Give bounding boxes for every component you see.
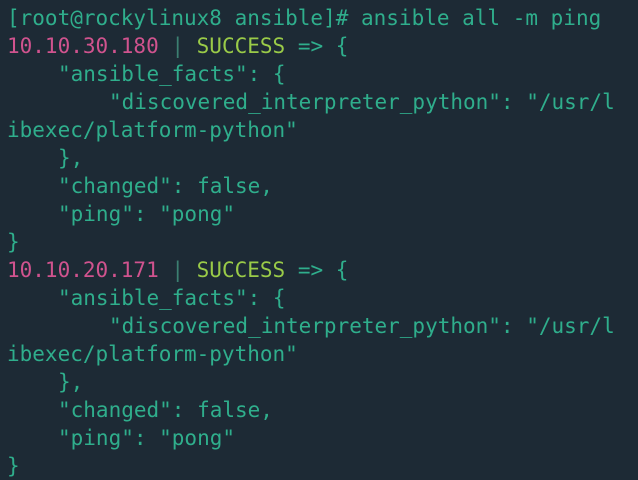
separator: | (158, 258, 197, 282)
interpreter-line: "discovered_interpreter_python": "/usr/l (109, 314, 615, 338)
changed-line: "changed": false, (58, 174, 273, 198)
arrow-brace: => { (285, 34, 349, 58)
host-address: 10.10.20.171 (7, 258, 159, 282)
interpreter-wrap: ibexec/platform-python" (7, 118, 298, 142)
result-header: 10.10.30.180 | SUCCESS => { (7, 32, 638, 60)
host-address: 10.10.30.180 (7, 34, 159, 58)
facts-open: "ansible_facts": { (58, 62, 286, 86)
block-close: } (7, 230, 20, 254)
terminal-window[interactable]: [root@rockylinux8 ansible]# ansible all … (0, 0, 638, 478)
facts-close: }, (58, 370, 84, 394)
result-header: 10.10.20.171 | SUCCESS => { (7, 256, 638, 284)
ping-line: "ping": "pong" (58, 426, 236, 450)
changed-line: "changed": false, (58, 398, 273, 422)
arrow-brace: => { (285, 258, 349, 282)
facts-close: }, (58, 146, 84, 170)
command-prompt: [root@rockylinux8 ansible]# ansible all … (7, 6, 602, 30)
ping-line: "ping": "pong" (58, 202, 236, 226)
status-success: SUCCESS (196, 34, 286, 58)
block-close: } (7, 454, 20, 478)
status-success: SUCCESS (196, 258, 286, 282)
interpreter-line: "discovered_interpreter_python": "/usr/l (109, 90, 615, 114)
interpreter-wrap: ibexec/platform-python" (7, 342, 298, 366)
facts-open: "ansible_facts": { (58, 286, 286, 310)
separator: | (158, 34, 197, 58)
